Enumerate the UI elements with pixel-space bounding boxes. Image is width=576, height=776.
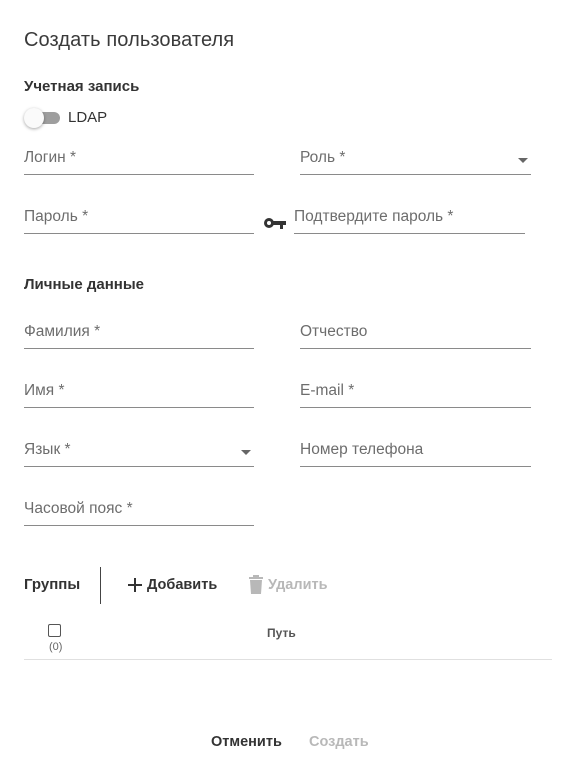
- create-user-dialog: Создать пользователя Учетная запись LDAP…: [0, 0, 576, 776]
- first-name-field-label: Имя *: [24, 382, 65, 399]
- last-name-field[interactable]: Фамилия *: [24, 319, 254, 349]
- email-field[interactable]: E-mail *: [300, 378, 531, 408]
- personal-section-title: Личные данные: [24, 276, 144, 293]
- middle-name-field-label: Отчество: [300, 323, 368, 340]
- timezone-field-label: Часовой пояс *: [24, 500, 133, 517]
- toolbar-divider: [100, 567, 101, 604]
- plus-icon: [128, 578, 142, 592]
- login-field-label: Логин *: [24, 149, 77, 166]
- chevron-down-icon: [241, 450, 251, 455]
- phone-field-label: Номер телефона: [300, 441, 424, 458]
- password-confirm-field[interactable]: Подтвердите пароль *: [294, 204, 525, 234]
- password-field[interactable]: Пароль *: [24, 204, 254, 234]
- column-header-path[interactable]: Путь: [267, 626, 296, 640]
- ldap-toggle[interactable]: [24, 108, 62, 128]
- groups-section-title: Группы: [24, 576, 81, 593]
- ldap-toggle-thumb: [24, 108, 44, 128]
- last-name-field-label: Фамилия *: [24, 323, 101, 340]
- language-select[interactable]: Язык *: [24, 437, 254, 467]
- ldap-toggle-label: LDAP: [68, 109, 108, 126]
- email-field-label: E-mail *: [300, 382, 355, 399]
- phone-field[interactable]: Номер телефона: [300, 437, 531, 467]
- add-group-button[interactable]: Добавить: [127, 574, 217, 596]
- selected-count: (0): [49, 641, 63, 653]
- delete-group-button[interactable]: Удалить: [248, 574, 328, 596]
- timezone-field[interactable]: Часовой пояс *: [24, 496, 254, 526]
- cancel-button[interactable]: Отменить: [211, 734, 282, 750]
- first-name-field[interactable]: Имя *: [24, 378, 254, 408]
- password-confirm-field-label: Подтвердите пароль *: [294, 208, 454, 225]
- role-select[interactable]: Роль *: [300, 145, 531, 175]
- delete-group-button-label: Удалить: [268, 577, 328, 593]
- language-select-label: Язык *: [24, 441, 71, 458]
- key-icon[interactable]: [263, 216, 287, 230]
- select-all-checkbox[interactable]: [48, 624, 61, 637]
- chevron-down-icon: [518, 158, 528, 163]
- role-select-label: Роль *: [300, 149, 346, 166]
- create-button[interactable]: Создать: [309, 734, 369, 750]
- password-field-label: Пароль *: [24, 208, 89, 225]
- dialog-title: Создать пользователя: [24, 29, 235, 51]
- middle-name-field[interactable]: Отчество: [300, 319, 531, 349]
- login-field[interactable]: Логин *: [24, 145, 254, 175]
- table-header-divider: [24, 659, 552, 660]
- trash-icon: [249, 575, 263, 594]
- add-group-button-label: Добавить: [147, 577, 218, 593]
- account-section-title: Учетная запись: [24, 78, 140, 95]
